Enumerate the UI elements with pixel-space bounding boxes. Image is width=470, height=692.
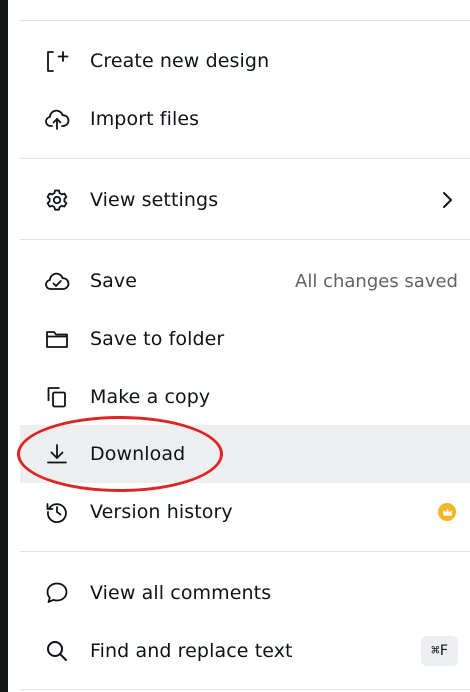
menu-item-find-and-replace[interactable]: Find and replace text ⌘F [20,622,470,680]
menu-item-label: Create new design [90,50,270,72]
menu-item-make-a-copy[interactable]: Make a copy [20,368,470,426]
menu-item-save[interactable]: Save All changes saved [20,252,470,310]
menu-item-view-settings[interactable]: View settings [20,171,470,229]
menu-item-label: Save to folder [90,328,225,350]
menu-item-version-history[interactable]: Version history [20,483,470,541]
divider [20,689,470,690]
menu-item-create-new-design[interactable]: Create new design [20,32,470,90]
menu-item-label: Make a copy [90,386,211,408]
chevron-right-icon [436,189,458,211]
menu-item-label: View all comments [90,582,272,604]
comment-icon [44,580,70,606]
copy-icon [44,384,70,410]
save-status-text: All changes saved [295,270,458,292]
menu-item-label: Version history [90,501,233,523]
crown-icon [438,503,456,521]
file-menu-panel: Create new design Import files View sett… [0,0,470,692]
menu-item-download[interactable]: Download [20,425,470,483]
divider [20,20,470,21]
menu-item-label: Download [90,443,186,465]
search-icon [44,638,70,664]
add-file-icon [44,48,70,74]
cloud-upload-icon [44,106,70,132]
menu-item-view-all-comments[interactable]: View all comments [20,564,470,622]
divider [20,158,470,159]
menu-item-label: View settings [90,189,219,211]
menu-item-import-files[interactable]: Import files [20,90,470,148]
history-icon [44,499,70,525]
cloud-check-icon [44,268,70,294]
window-edge [0,0,8,692]
menu-item-label: Import files [90,108,200,130]
gear-icon [44,187,70,213]
menu-item-label: Find and replace text [90,640,293,662]
divider [20,239,470,240]
menu-item-save-to-folder[interactable]: Save to folder [20,310,470,368]
menu-item-label: Save [90,270,138,292]
folder-icon [44,326,70,352]
download-icon [44,441,70,467]
divider [20,551,470,552]
keyboard-shortcut-badge: ⌘F [421,636,458,666]
